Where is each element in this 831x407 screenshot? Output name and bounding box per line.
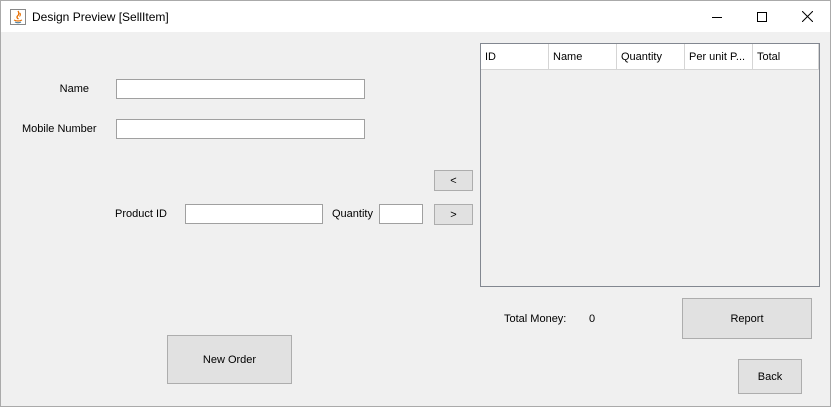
remove-item-button[interactable]: <: [434, 170, 473, 191]
total-money-label: Total Money:: [504, 313, 567, 325]
add-item-button[interactable]: >: [434, 204, 473, 225]
quantity-input[interactable]: [379, 204, 423, 224]
close-button[interactable]: [784, 1, 830, 32]
window-title: Design Preview [SellItem]: [32, 10, 169, 24]
back-button[interactable]: Back: [738, 359, 802, 394]
product-id-input[interactable]: [185, 204, 323, 224]
close-icon: [801, 11, 813, 22]
new-order-button[interactable]: New Order: [167, 335, 292, 384]
product-id-label: Product ID: [115, 208, 167, 220]
column-header-id[interactable]: ID: [481, 44, 549, 70]
java-icon: [10, 9, 26, 25]
column-header-name[interactable]: Name: [549, 44, 617, 70]
report-button[interactable]: Report: [682, 298, 812, 339]
maximize-button[interactable]: [739, 1, 785, 32]
table-header: ID Name Quantity Per unit P... Total: [481, 44, 819, 70]
sell-item-window: Design Preview [SellItem] Name Mobile Nu…: [0, 0, 831, 407]
column-header-total[interactable]: Total: [753, 44, 819, 70]
column-header-per-unit-price[interactable]: Per unit P...: [685, 44, 753, 70]
name-input[interactable]: [116, 79, 365, 99]
order-table[interactable]: ID Name Quantity Per unit P... Total: [480, 43, 820, 287]
mobile-number-input[interactable]: [116, 119, 365, 139]
minimize-button[interactable]: [694, 1, 740, 32]
column-header-quantity[interactable]: Quantity: [617, 44, 685, 70]
total-money-value: 0: [589, 313, 596, 325]
title-bar: Design Preview [SellItem]: [1, 1, 830, 32]
minimize-icon: [712, 16, 722, 18]
name-label: Name: [59, 83, 89, 95]
maximize-icon: [757, 11, 767, 22]
mobile-number-label: Mobile Number: [22, 123, 97, 135]
quantity-label: Quantity: [332, 208, 373, 220]
